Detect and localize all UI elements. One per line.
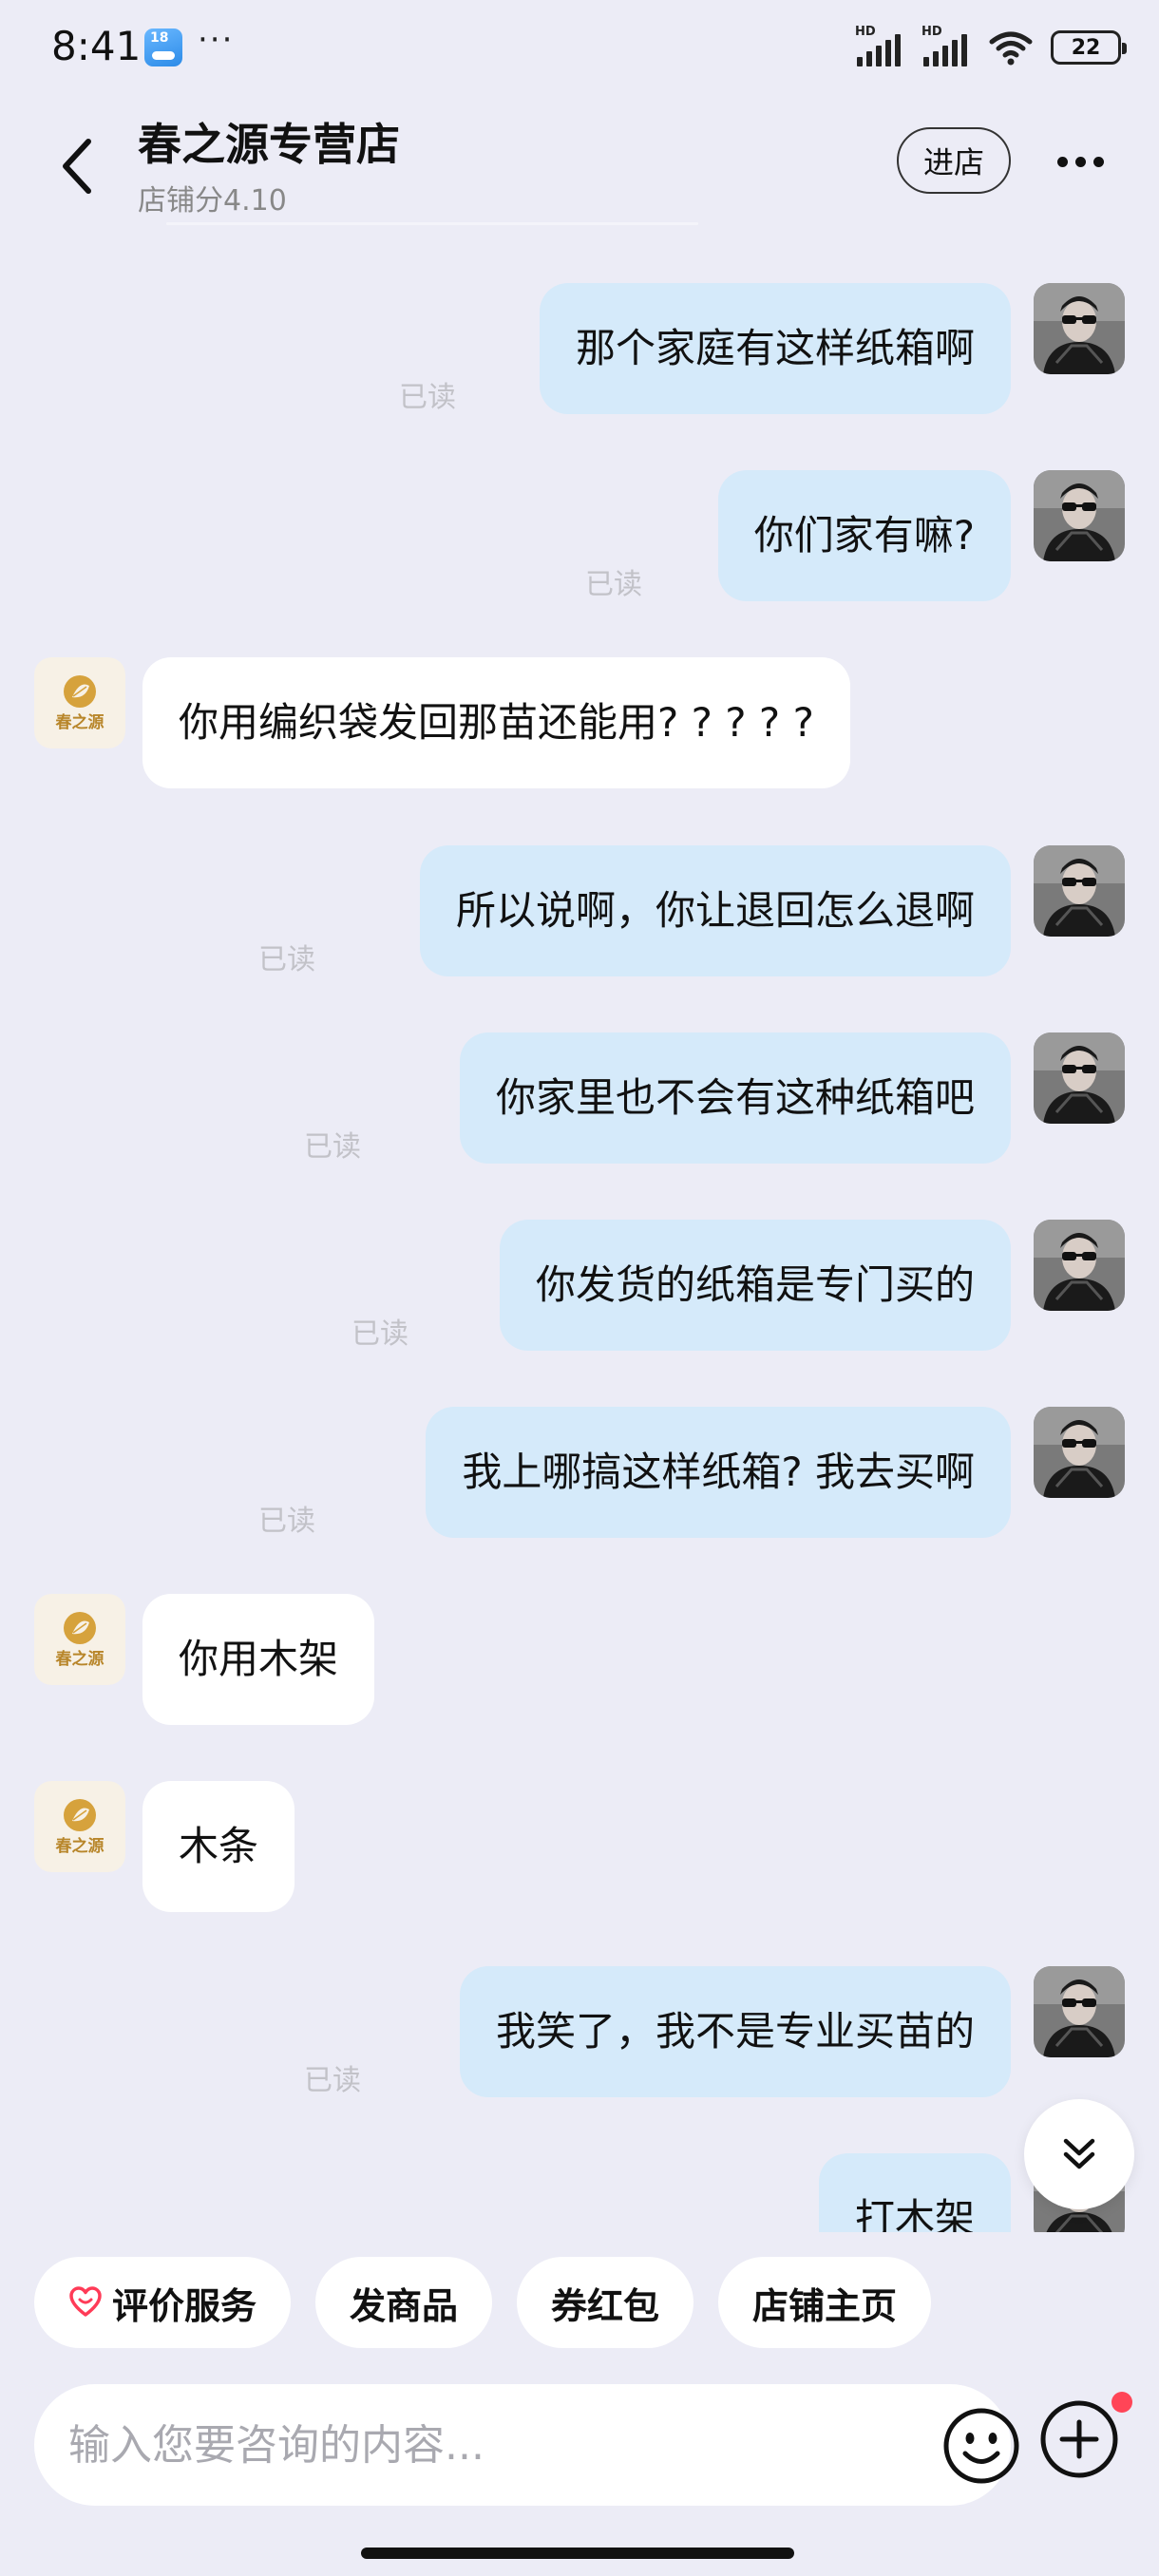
smile-icon	[943, 2408, 1019, 2484]
send-product-button[interactable]: 发商品	[315, 2257, 493, 2348]
rate-service-button[interactable]: 评价服务	[34, 2257, 292, 2348]
user-avatar[interactable]	[1034, 470, 1125, 561]
message-input[interactable]	[68, 2384, 904, 2506]
message-row: 已读 那个家庭有这样纸箱啊	[0, 283, 1159, 416]
more-dot-icon	[1092, 156, 1104, 167]
message-row: 已读 所以说啊，你让退回怎么退啊	[0, 845, 1159, 978]
read-receipt: 已读	[399, 381, 456, 414]
more-options-button[interactable]	[1047, 133, 1113, 190]
message-row: 已读 我上哪搞这样纸箱? 我去买啊	[0, 1407, 1159, 1540]
signal-icon: HD	[855, 25, 904, 66]
shop-avatar[interactable]: 春之源	[34, 1594, 125, 1685]
header-divider	[166, 222, 698, 225]
weather-app-icon: 18	[144, 28, 182, 66]
status-icons: HD HD 22	[855, 25, 1127, 68]
user-avatar[interactable]	[1034, 1032, 1125, 1124]
double-chevron-down-icon	[1063, 2138, 1095, 2169]
notification-dot	[1112, 2392, 1132, 2413]
more-functions-button[interactable]	[1036, 2396, 1123, 2483]
wifi-icon	[989, 31, 1033, 66]
read-receipt: 已读	[258, 1505, 315, 1538]
outgoing-message[interactable]: 所以说啊，你让退回怎么退啊	[419, 845, 1011, 976]
chevron-left-icon	[63, 139, 91, 194]
shop-avatar[interactable]: 春之源	[34, 657, 125, 748]
user-avatar[interactable]	[1034, 283, 1125, 374]
home-indicator[interactable]	[361, 2548, 794, 2559]
message-row: 打木架	[0, 2153, 1159, 2232]
message-list[interactable]: 已读 那个家庭有这样纸箱啊 已读 你们家有嘛? 春之源 你用编织袋发回那苗还能用…	[0, 228, 1159, 2232]
status-time: 8:41	[51, 23, 142, 69]
outgoing-message[interactable]: 那个家庭有这样纸箱啊	[539, 283, 1011, 414]
incoming-message[interactable]: 你用编织袋发回那苗还能用? ? ? ? ?	[142, 657, 850, 788]
chat-header: 春之源专营店 店铺分4.10 进店	[0, 104, 1159, 228]
message-row: 春之源 木条	[0, 1781, 1159, 1914]
scroll-to-bottom-button[interactable]	[1024, 2099, 1134, 2209]
message-row: 已读 你发货的纸箱是专门买的	[0, 1220, 1159, 1353]
incoming-message[interactable]: 木条	[142, 1781, 295, 1912]
store-homepage-button[interactable]: 店铺主页	[718, 2257, 932, 2348]
back-button[interactable]	[53, 133, 101, 199]
enter-store-button[interactable]: 进店	[897, 127, 1011, 194]
outgoing-message[interactable]: 打木架	[818, 2153, 1011, 2232]
read-receipt: 已读	[352, 1317, 408, 1351]
signal-icon: HD	[922, 25, 971, 66]
incoming-message[interactable]: 你用木架	[142, 1594, 375, 1725]
user-avatar[interactable]	[1034, 1966, 1125, 2057]
user-avatar[interactable]	[1034, 1220, 1125, 1311]
message-row: 已读 你家里也不会有这种纸箱吧	[0, 1032, 1159, 1165]
read-receipt: 已读	[304, 2064, 361, 2097]
emoji-button[interactable]	[939, 2403, 1024, 2489]
read-receipt: 已读	[585, 568, 642, 601]
shop-score: 店铺分4.10	[138, 184, 287, 218]
coupon-button[interactable]: 券红包	[517, 2257, 694, 2348]
rate-service-label: 评价服务	[112, 2284, 257, 2327]
page-title[interactable]: 春之源专营店	[138, 110, 400, 173]
user-avatar[interactable]	[1034, 1407, 1125, 1498]
battery-level: 22	[1071, 35, 1101, 60]
heart-icon	[68, 2285, 103, 2320]
user-avatar[interactable]	[1034, 845, 1125, 937]
outgoing-message[interactable]: 我笑了，我不是专业买苗的	[459, 1966, 1011, 2097]
weather-badge: 18	[150, 30, 169, 46]
message-row: 已读 你们家有嘛?	[0, 470, 1159, 603]
chat-screen: 8:41 18 ··· HD HD 22 春之源专营店 店铺分4.10 进店 已…	[0, 0, 1159, 2576]
outgoing-message[interactable]: 你们家有嘛?	[717, 470, 1011, 601]
message-row: 春之源 你用木架	[0, 1594, 1159, 1727]
more-dot-icon	[1056, 156, 1068, 167]
input-bar	[0, 2375, 1159, 2517]
read-receipt: 已读	[258, 943, 315, 976]
shop-avatar-text: 春之源	[56, 1836, 104, 1856]
outgoing-message[interactable]: 你发货的纸箱是专门买的	[499, 1220, 1011, 1351]
outgoing-message[interactable]: 你家里也不会有这种纸箱吧	[459, 1032, 1011, 1164]
outgoing-message[interactable]: 我上哪搞这样纸箱? 我去买啊	[426, 1407, 1011, 1538]
shop-avatar[interactable]: 春之源	[34, 1781, 125, 1872]
more-notifications-icon: ···	[198, 21, 235, 59]
plus-circle-icon	[1040, 2400, 1118, 2478]
battery-icon: 22	[1051, 30, 1127, 65]
message-input-container	[34, 2384, 1019, 2506]
shop-avatar-text: 春之源	[56, 712, 104, 732]
read-receipt: 已读	[304, 1130, 361, 1164]
shop-avatar-text: 春之源	[56, 1649, 104, 1669]
status-bar: 8:41 18 ··· HD HD 22	[0, 0, 1159, 104]
quick-actions: 评价服务 发商品 券红包 店铺主页	[34, 2257, 932, 2348]
message-row: 已读 我笑了，我不是专业买苗的	[0, 1966, 1159, 2099]
message-row: 春之源 你用编织袋发回那苗还能用? ? ? ? ?	[0, 657, 1159, 790]
more-dot-icon	[1074, 156, 1086, 167]
